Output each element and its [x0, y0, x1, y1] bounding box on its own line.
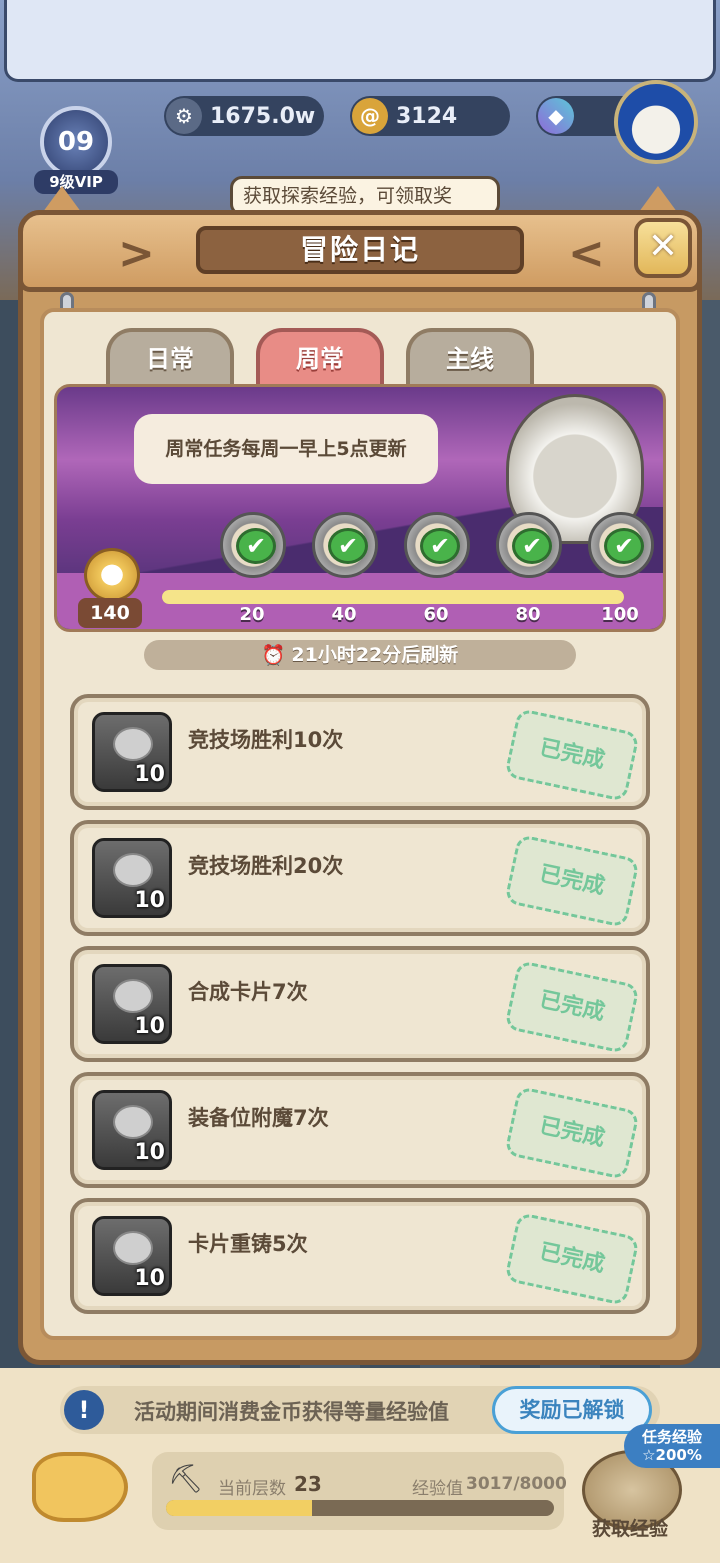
level-value: 23 [294, 1472, 322, 1496]
refresh-timer: ⏰ 21小时22分后刷新 [144, 640, 576, 670]
tab-main[interactable]: 主线 [406, 328, 534, 386]
chest-reward-60[interactable]: ✔ [404, 512, 470, 584]
vip-badge-area[interactable]: 09 9级VIP [28, 100, 124, 196]
task-label: 合成卡片7次 [188, 980, 308, 1004]
decor-arrow-left-icon: > [118, 228, 155, 279]
player-avatar[interactable] [614, 80, 698, 164]
milestone-label: 80 [515, 604, 541, 625]
checkmark-icon: ✔ [420, 528, 460, 564]
wing-token-icon: 10 [92, 838, 172, 918]
completed-stamp: 已完成 [504, 833, 640, 929]
wing-icon [113, 1105, 153, 1139]
task-row[interactable]: 10 装备位附魔7次 已完成 [70, 1072, 650, 1188]
exp-progress-fill [166, 1500, 313, 1516]
task-reward-count: 10 [134, 1014, 165, 1039]
exp-bonus-badge: 任务经验 ☆200% [624, 1424, 720, 1468]
weekly-progress-bar [162, 590, 624, 604]
reward-unlocked-button[interactable]: 奖励已解锁 [492, 1386, 652, 1434]
pickaxe-icon: ⛏ [168, 1462, 204, 1495]
currency-gold[interactable]: @ 3124 [350, 96, 510, 136]
milestone-label: 20 [239, 604, 265, 625]
wing-token-icon: 10 [92, 712, 172, 792]
total-points: 140 [78, 598, 142, 628]
wing-icon [113, 853, 153, 887]
winged-medal-icon [84, 548, 140, 602]
completed-stamp: 已完成 [504, 1211, 640, 1307]
currency-gold-value: 3124 [396, 103, 458, 129]
task-reward-count: 10 [134, 762, 165, 787]
checkmark-icon: ✔ [512, 528, 552, 564]
level-label: 当前层数 [218, 1479, 286, 1499]
chest-reward-80[interactable]: ✔ [496, 512, 562, 584]
completed-stamp: 已完成 [504, 959, 640, 1055]
speech-bubble: 周常任务每周一早上5点更新 [134, 414, 438, 484]
weekly-progress-fill [162, 590, 624, 604]
exp-bonus-line2: ☆200% [642, 1446, 702, 1464]
milestone-label: 100 [601, 604, 639, 625]
tab-daily[interactable]: 日常 [106, 328, 234, 386]
background-card [4, 0, 716, 82]
task-label: 装备位附魔7次 [188, 1106, 329, 1130]
checkmark-icon: ✔ [236, 528, 276, 564]
exp-bonus-line1: 任务经验 [641, 1428, 702, 1446]
task-label: 竞技场胜利20次 [188, 854, 344, 878]
notice-text: 活动期间消费金币获得等量经验值 [134, 1400, 449, 1424]
refresh-text: 21小时22分后刷新 [291, 644, 459, 666]
task-label: 卡片重铸5次 [188, 1232, 308, 1256]
wing-token-icon: 10 [92, 1216, 172, 1296]
exp-progress-bar [166, 1500, 554, 1516]
task-reward-count: 10 [134, 1140, 165, 1165]
checkmark-icon: ✔ [604, 528, 644, 564]
decor-arrow-right-icon: < [568, 228, 605, 279]
alarm-clock-icon: ⏰ [261, 644, 286, 666]
checkmark-icon: ✔ [328, 528, 368, 564]
milestone-label: 40 [331, 604, 357, 625]
task-row[interactable]: 10 竞技场胜利20次 已完成 [70, 820, 650, 936]
vip-level-badge: 09 [40, 106, 112, 178]
task-reward-count: 10 [134, 1266, 165, 1291]
chest-reward-100[interactable]: ✔ [588, 512, 654, 584]
task-row[interactable]: 10 竞技场胜利10次 已完成 [70, 694, 650, 810]
completed-stamp: 已完成 [504, 707, 640, 803]
currency-coins[interactable]: ⚙ 1675.0w [164, 96, 324, 136]
wing-token-icon: 10 [92, 1090, 172, 1170]
panel-title: 冒险日记 [196, 226, 524, 274]
gold-coin-icon: @ [352, 98, 388, 134]
wing-icon [113, 727, 153, 761]
task-label: 竞技场胜利10次 [188, 728, 344, 752]
task-row[interactable]: 10 合成卡片7次 已完成 [70, 946, 650, 1062]
get-exp-label: 获取经验 [591, 1518, 668, 1540]
info-icon[interactable]: ! [64, 1390, 104, 1430]
fish-bone-icon[interactable] [32, 1452, 128, 1522]
currency-coins-value: 1675.0w [210, 103, 316, 129]
wing-token-icon: 10 [92, 964, 172, 1044]
tab-weekly[interactable]: 周常 [256, 328, 384, 386]
chest-reward-40[interactable]: ✔ [312, 512, 378, 584]
gem-icon: ◆ [538, 98, 574, 134]
exp-label: 经验值 [412, 1479, 463, 1499]
exp-value: 3017/8000 [466, 1474, 567, 1494]
chest-reward-20[interactable]: ✔ [220, 512, 286, 584]
milestone-label: 60 [423, 604, 449, 625]
coin-icon: ⚙ [166, 98, 202, 134]
task-reward-count: 10 [134, 888, 165, 913]
close-button[interactable]: ✕ [634, 218, 692, 278]
wing-icon [113, 979, 153, 1013]
wing-icon [113, 1231, 153, 1265]
completed-stamp: 已完成 [504, 1085, 640, 1181]
task-row[interactable]: 10 卡片重铸5次 已完成 [70, 1198, 650, 1314]
